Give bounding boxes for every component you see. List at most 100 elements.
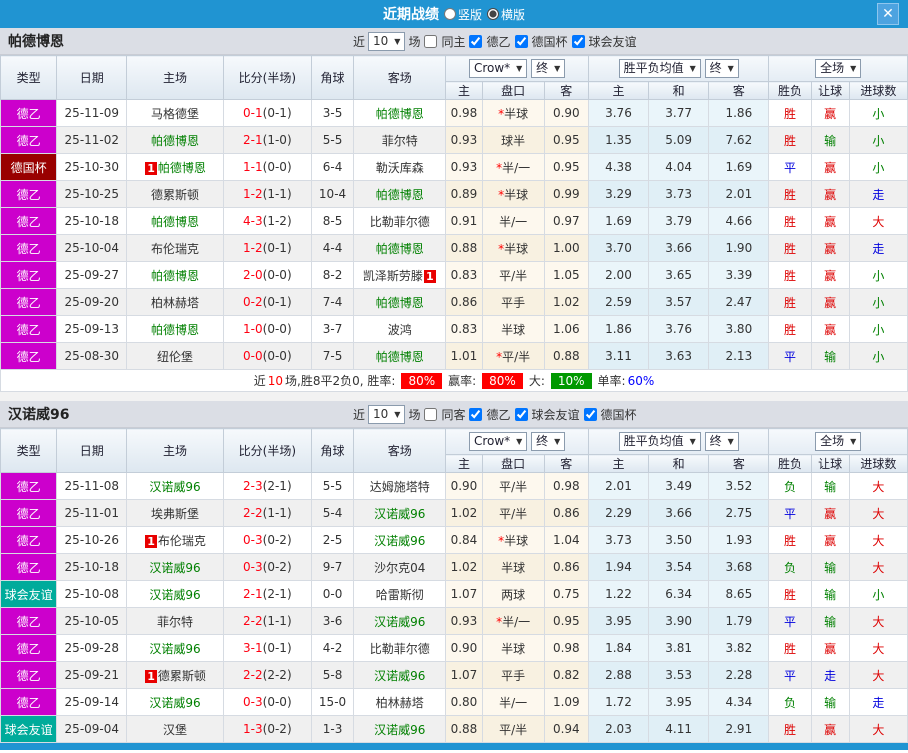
same-away-checkbox[interactable] (424, 407, 438, 421)
handicap-result-cell: 输 (810, 580, 850, 608)
home-team-name[interactable]: 帕德博恩 (151, 134, 199, 148)
comp-checkbox[interactable] (469, 407, 483, 421)
handicap-cell: *半球 (481, 180, 545, 208)
home-team-cell: 汉诺威96 (126, 472, 224, 500)
home-team-name[interactable]: 马格德堡 (151, 107, 199, 121)
match-count-select[interactable]: 10 ▼ (368, 31, 406, 51)
comp-checkbox[interactable] (514, 34, 528, 48)
home-team-name[interactable]: 纽伦堡 (157, 350, 193, 364)
same-home-checkbox[interactable] (424, 34, 438, 48)
home-team-name[interactable]: 布伦瑞克 (158, 534, 206, 548)
comp-checkbox[interactable] (571, 34, 585, 48)
away-team-name[interactable]: 比勒菲尔德 (370, 642, 430, 656)
match-date: 25-09-20 (56, 288, 128, 316)
home-team-cell: 汉堡 (126, 715, 224, 743)
match-type-badge: 德乙 (0, 661, 58, 689)
away-team-name[interactable]: 勒沃库森 (376, 161, 424, 175)
match-date: 25-10-26 (56, 526, 128, 554)
away-team-name[interactable]: 汉诺威96 (374, 507, 425, 521)
mean-draw-cell: 3.90 (648, 607, 710, 635)
away-team-name[interactable]: 波鸿 (388, 323, 412, 337)
fulltime-select[interactable]: 全场 ▼ (815, 59, 862, 78)
away-team-name[interactable]: 帕德博恩 (376, 107, 424, 121)
home-team-name[interactable]: 汉诺威96 (149, 588, 200, 602)
away-team-name[interactable]: 比勒菲尔德 (370, 215, 430, 229)
comp-checkbox[interactable] (469, 34, 483, 48)
home-team-name[interactable]: 汉诺威96 (149, 480, 200, 494)
odds-provider-select[interactable]: Crow* ▼ (468, 59, 528, 78)
away-team-name[interactable]: 汉诺威96 (374, 669, 425, 683)
score-cell: 0-2(0-1) (222, 288, 312, 316)
layout-radio-horizontal[interactable]: 横版 (487, 6, 525, 23)
home-team-cell: 汉诺威96 (126, 688, 224, 716)
winlose-result-cell: 平 (768, 342, 812, 370)
away-team-name[interactable]: 达姆施塔特 (370, 480, 430, 494)
odds-final-select[interactable]: 终 ▼ (531, 432, 566, 451)
vertical-radio-input[interactable] (443, 8, 456, 20)
col-home: 主场 (126, 55, 224, 100)
home-team-name[interactable]: 汉诺威96 (149, 696, 200, 710)
home-team-name[interactable]: 菲尔特 (157, 615, 193, 629)
mean-select[interactable]: 胜平负均值 ▼ (618, 432, 701, 451)
home-team-name[interactable]: 帕德博恩 (151, 323, 199, 337)
match-type-badge: 德乙 (0, 607, 58, 635)
away-team-cell: 哈雷斯彻 (353, 580, 447, 608)
comp-checkbox[interactable] (583, 407, 597, 421)
home-team-cell: 德累斯顿 (126, 180, 224, 208)
match-type-badge: 德乙 (0, 526, 58, 554)
corners-cell: 6-4 (310, 153, 355, 181)
home-team-name[interactable]: 埃弗斯堡 (151, 507, 199, 521)
away-team-name[interactable]: 帕德博恩 (376, 350, 424, 364)
result-group-header: 全场 ▼ (768, 55, 908, 82)
away-team-name[interactable]: 帕德博恩 (376, 242, 424, 256)
corners-cell: 4-4 (310, 234, 355, 262)
mean-select[interactable]: 胜平负均值 ▼ (618, 59, 701, 78)
comp-checkbox[interactable] (514, 407, 528, 421)
away-team-name[interactable]: 哈雷斯彻 (376, 588, 424, 602)
away-team-name[interactable]: 汉诺威96 (374, 615, 425, 629)
odds-provider-select[interactable]: Crow* ▼ (468, 432, 528, 451)
corners-cell: 7-4 (310, 288, 355, 316)
away-team-name[interactable]: 汉诺威96 (374, 723, 425, 737)
horizontal-radio-input[interactable] (487, 8, 499, 20)
mean-final-select[interactable]: 终 ▼ (704, 432, 739, 451)
fulltime-select[interactable]: 全场 ▼ (815, 432, 862, 451)
home-team-name[interactable]: 汉堡 (163, 723, 187, 737)
away-team-name[interactable]: 菲尔特 (382, 134, 418, 148)
goals-result-cell: 小 (848, 288, 908, 316)
away-team-name[interactable]: 柏林赫塔 (376, 696, 424, 710)
home-team-name[interactable]: 德累斯顿 (151, 188, 199, 202)
away-team-name[interactable]: 凯泽斯劳滕 (363, 269, 423, 283)
mean-final-select[interactable]: 终 ▼ (704, 59, 739, 78)
match-row: 德乙 25-11-08 汉诺威96 2-3(2-1) 5-5 达姆施塔特 0.90 平/半 0.… (0, 472, 908, 500)
home-team-cell: 纽伦堡 (126, 342, 224, 370)
layout-radio-vertical[interactable]: 竖版 (443, 6, 482, 23)
mean-home-cell: 4.38 (587, 153, 650, 181)
section-divider (0, 392, 908, 401)
close-button[interactable]: ✕ (877, 3, 899, 25)
away-team-name[interactable]: 沙尔克04 (374, 561, 425, 575)
match-count-select[interactable]: 10 ▼ (368, 404, 406, 424)
home-team-name[interactable]: 德累斯顿 (158, 669, 206, 683)
away-team-name[interactable]: 帕德博恩 (376, 296, 424, 310)
home-team-cell: 帕德博恩 (126, 207, 224, 235)
match-type-badge: 德乙 (0, 342, 58, 370)
away-team-name[interactable]: 帕德博恩 (376, 188, 424, 202)
away-team-cell: 汉诺威96 (353, 499, 447, 527)
winlose-result-cell: 负 (768, 553, 812, 581)
home-team-name[interactable]: 帕德博恩 (151, 269, 199, 283)
home-team-name[interactable]: 帕德博恩 (151, 215, 199, 229)
goals-result-cell: 小 (848, 153, 908, 181)
match-date: 25-10-30 (56, 153, 128, 181)
score-cell: 2-0(0-0) (222, 261, 312, 289)
mean-draw-cell: 3.77 (648, 99, 710, 127)
home-team-name[interactable]: 帕德博恩 (158, 161, 206, 175)
col-handicap: 盘口 (481, 81, 545, 100)
odds-final-select[interactable]: 终 ▼ (531, 59, 566, 78)
home-team-name[interactable]: 汉诺威96 (149, 561, 200, 575)
home-team-name[interactable]: 柏林赫塔 (151, 296, 199, 310)
home-team-name[interactable]: 汉诺威96 (149, 642, 200, 656)
away-team-name[interactable]: 汉诺威96 (374, 534, 425, 548)
titlebar: 近期战绩 竖版 横版 ✕ (0, 0, 908, 28)
home-team-name[interactable]: 布伦瑞克 (151, 242, 199, 256)
